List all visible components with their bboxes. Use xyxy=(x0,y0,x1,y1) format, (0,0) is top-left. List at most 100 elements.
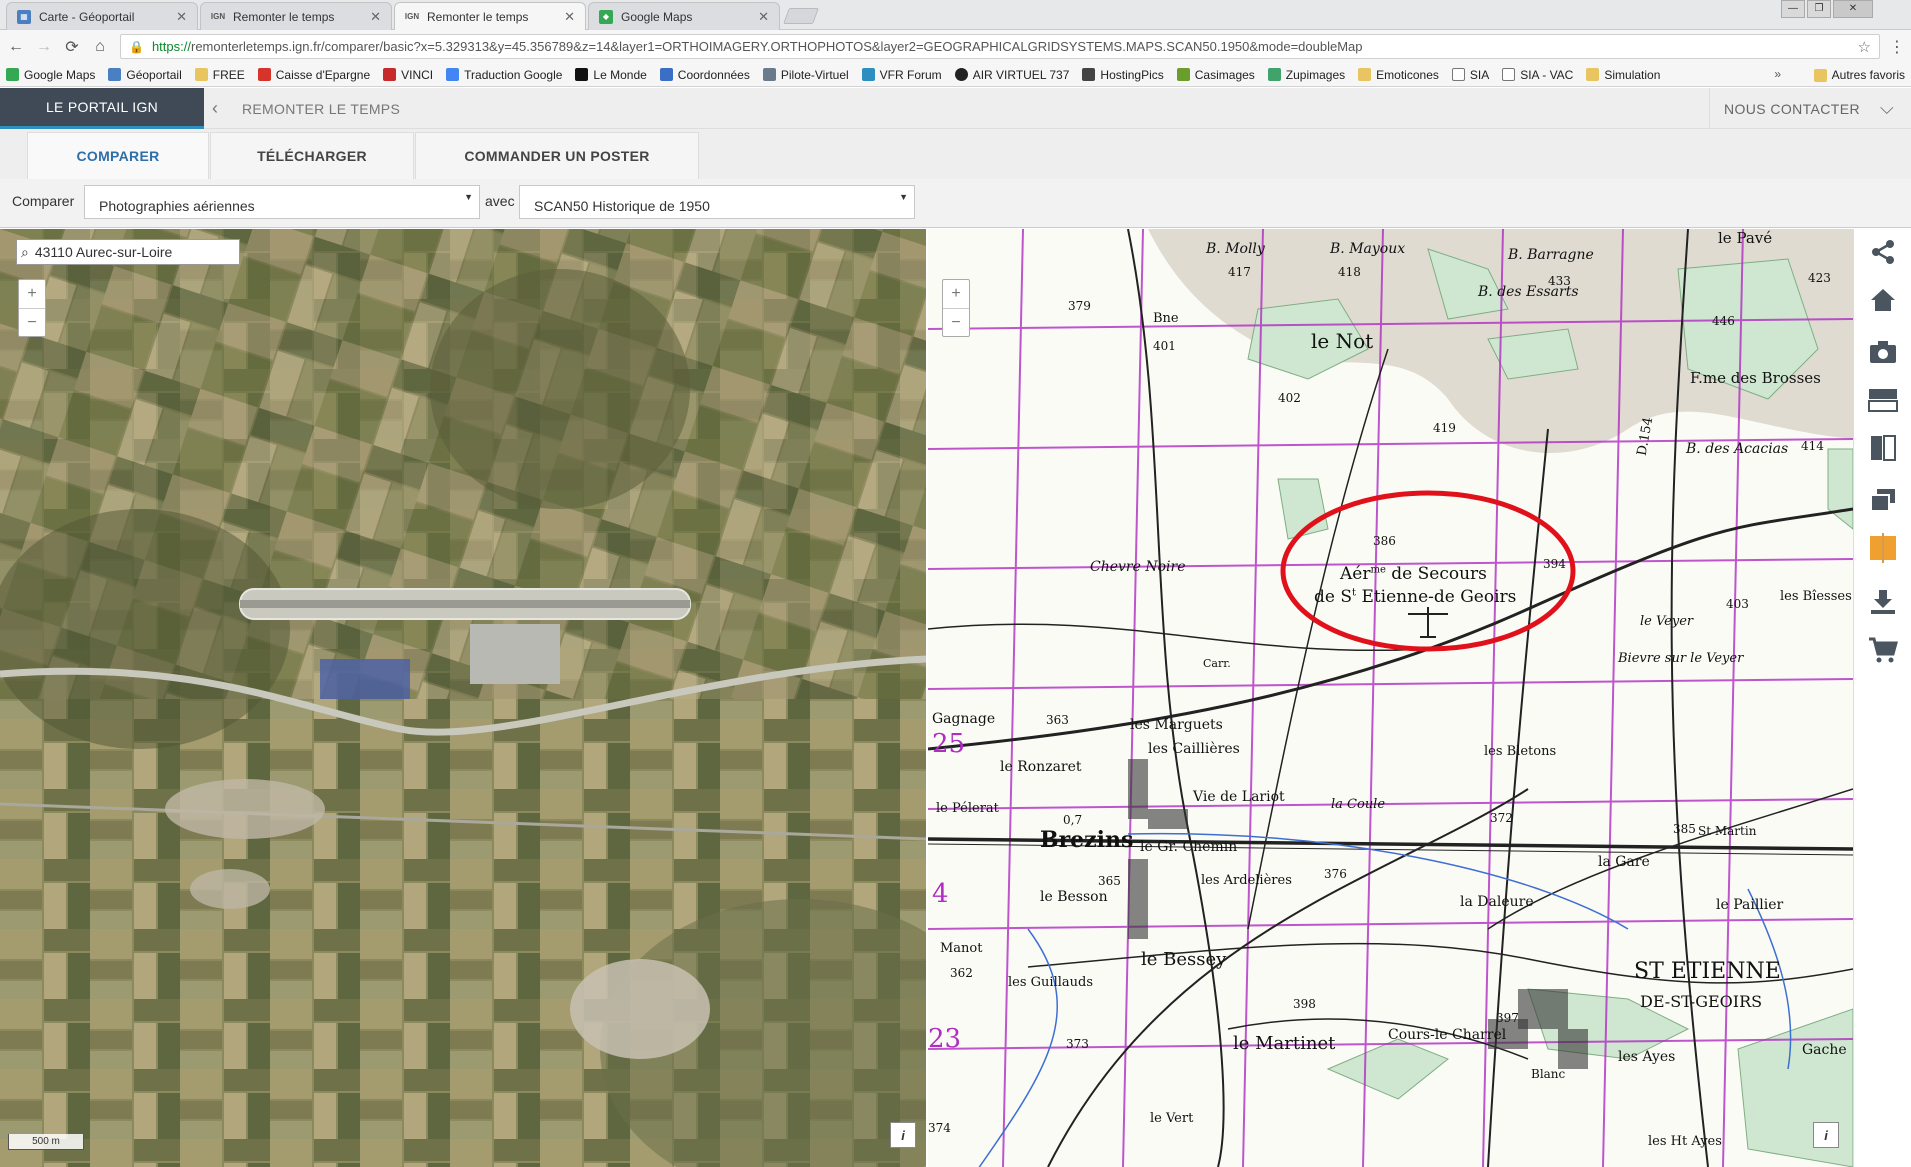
historical-map-1950[interactable]: Aérme de Secours de St Etienne-de Geoirs… xyxy=(928,229,1853,1167)
bookmark-sia-vac[interactable]: SIA - VAC xyxy=(1502,68,1573,82)
pilot-icon xyxy=(762,68,776,81)
chevron-left-icon[interactable]: ‹ xyxy=(212,98,218,119)
bookmark-translate[interactable]: Traduction Google xyxy=(446,68,562,82)
bookmark-free[interactable]: FREE xyxy=(194,67,245,82)
bookmark-star-icon[interactable]: ☆ xyxy=(1858,38,1871,56)
portal-ign-button[interactable]: LE PORTAIL IGN xyxy=(0,88,204,129)
grid-number-label: 25 xyxy=(932,729,966,759)
tab-telecharger[interactable]: TÉLÉCHARGER xyxy=(210,132,414,179)
bookmark-hostingpics[interactable]: HostingPics xyxy=(1082,68,1164,82)
close-icon[interactable]: ✕ xyxy=(564,9,575,25)
zoom-in-button[interactable]: + xyxy=(19,280,45,308)
cart-icon[interactable] xyxy=(1864,631,1902,669)
bookmark-label: VFR Forum xyxy=(879,67,942,82)
double-map-compare-icon[interactable] xyxy=(1864,529,1902,567)
bookmark-label: FREE xyxy=(212,67,245,82)
back-arrow-icon[interactable]: ← xyxy=(4,35,28,59)
dropdown-arrow-icon: ▼ xyxy=(899,192,908,202)
contact-button[interactable]: NOUS CONTACTER ⌵ xyxy=(1709,88,1911,129)
zoom-in-button[interactable]: + xyxy=(943,280,969,308)
close-icon[interactable]: ✕ xyxy=(176,9,187,25)
browser-menu-icon[interactable]: ⋮ xyxy=(1889,37,1905,57)
right-info-button[interactable]: i xyxy=(1813,1122,1839,1148)
reload-icon[interactable]: ⟳ xyxy=(60,35,84,59)
gps-icon xyxy=(659,68,673,81)
close-icon[interactable]: ✕ xyxy=(758,9,769,25)
breadcrumb[interactable]: REMONTER LE TEMPS xyxy=(242,101,400,117)
vertical-split-icon[interactable] xyxy=(1864,429,1902,467)
grid-number-label: 4 xyxy=(932,879,949,909)
address-bar-row: ← → ⟳ ⌂ 🔒 https:// remonterletemps.ign.f… xyxy=(0,30,1911,63)
bookmark-label: SIA xyxy=(1469,67,1490,82)
tab-commander-poster[interactable]: COMMANDER UN POSTER xyxy=(415,132,699,179)
vinci-icon xyxy=(383,68,397,81)
bookmark-air-virtuel[interactable]: AIR VIRTUEL 737 xyxy=(954,68,1069,82)
new-tab-button[interactable] xyxy=(783,8,819,24)
home-icon[interactable]: ⌂ xyxy=(88,35,112,59)
bookmark-label: Coordonnées xyxy=(677,67,750,82)
left-zoom-control: + − xyxy=(18,279,46,337)
place-label: B. des Acacias xyxy=(1686,441,1789,457)
horizontal-split-icon[interactable] xyxy=(1864,381,1902,419)
zoom-out-button[interactable]: − xyxy=(943,308,969,336)
left-layer-select[interactable]: Photographies aériennes ▼ xyxy=(84,185,480,219)
bookmark-google-maps[interactable]: Google Maps xyxy=(6,68,95,82)
bookmark-emoticones[interactable]: Emoticones xyxy=(1358,68,1439,82)
elevation-label: 365 xyxy=(1098,874,1121,888)
layers-stack-icon[interactable] xyxy=(1864,481,1902,519)
grid-number-label: 23 xyxy=(928,1024,962,1054)
chevron-down-icon: ⌵ xyxy=(1880,98,1895,118)
maximize-window-button[interactable]: ❐ xyxy=(1807,0,1831,18)
elevation-label: 446 xyxy=(1712,314,1735,328)
bookmarks-overflow-button[interactable]: » xyxy=(1774,67,1781,81)
place-label: St Martin xyxy=(1698,824,1757,838)
contact-label: NOUS CONTACTER xyxy=(1724,100,1861,117)
bookmark-other[interactable]: Autres favoris xyxy=(1813,68,1905,82)
bookmark-vinci[interactable]: VINCI xyxy=(383,68,433,82)
aerodrome-label-line2: de St Etienne-de Geoirs xyxy=(1314,587,1517,607)
aerial-photo-map[interactable]: ⌕ 43110 Aurec-sur-Loire + − 500 m i xyxy=(0,229,927,1167)
camera-icon xyxy=(1082,68,1096,81)
browser-tab-google-maps[interactable]: ◆ Google Maps ✕ xyxy=(588,2,780,30)
browser-tab-remonter-2[interactable]: IGN Remonter le temps ✕ xyxy=(394,2,586,30)
with-label: avec xyxy=(485,193,515,209)
elevation-label: 363 xyxy=(1046,713,1069,727)
right-zoom-control: + − xyxy=(942,279,970,337)
browser-tab-geoportail[interactable]: ▦ Carte - Géoportail ✕ xyxy=(6,2,198,30)
home-icon[interactable] xyxy=(1864,281,1902,319)
bookmark-zupimages[interactable]: Zupimages xyxy=(1267,68,1345,82)
camera-icon[interactable] xyxy=(1864,333,1902,371)
download-icon[interactable] xyxy=(1864,583,1902,621)
folder-icon xyxy=(1586,68,1600,81)
bookmark-vfr[interactable]: VFR Forum xyxy=(861,67,942,82)
zoom-out-button[interactable]: − xyxy=(19,308,45,336)
bookmark-casimages[interactable]: Casimages xyxy=(1176,67,1255,82)
share-icon[interactable] xyxy=(1864,233,1902,271)
bookmark-geoportail[interactable]: Géoportail xyxy=(108,67,182,82)
forward-arrow-icon[interactable]: → xyxy=(32,35,56,59)
minimize-window-button[interactable]: — xyxy=(1781,0,1805,18)
place-label: les Caillières xyxy=(1148,741,1240,757)
left-info-button[interactable]: i xyxy=(890,1122,916,1148)
place-label: la Daleure xyxy=(1460,894,1534,910)
geoportail-favicon: ▦ xyxy=(17,9,31,24)
bookmark-label: Géoportail xyxy=(126,67,182,82)
bookmark-sia[interactable]: SIA xyxy=(1451,67,1490,82)
url-input[interactable]: 🔒 https:// remonterletemps.ign.fr/compar… xyxy=(120,34,1880,59)
folder-icon xyxy=(1813,68,1827,82)
bookmark-pilote[interactable]: Pilote-Virtuel xyxy=(762,68,849,82)
close-window-button[interactable]: ✕ xyxy=(1833,0,1873,18)
bookmark-simulation[interactable]: Simulation xyxy=(1586,68,1660,82)
place-label: les Bletons xyxy=(1484,744,1557,759)
bookmark-coordonnees[interactable]: Coordonnées xyxy=(659,67,750,82)
bookmark-caisse[interactable]: Caisse d'Epargne xyxy=(257,68,370,82)
bookmark-lemonde[interactable]: Le Monde xyxy=(575,68,647,82)
tab-comparer[interactable]: COMPARER xyxy=(27,132,209,179)
close-icon[interactable]: ✕ xyxy=(370,9,381,25)
right-layer-select[interactable]: SCAN50 Historique de 1950 ▼ xyxy=(519,185,915,219)
location-search[interactable]: ⌕ 43110 Aurec-sur-Loire xyxy=(16,239,240,265)
place-label: le Pélerat xyxy=(936,801,999,816)
bookmark-label: Casimages xyxy=(1194,67,1255,82)
browser-tab-remonter-1[interactable]: IGN Remonter le temps ✕ xyxy=(200,2,392,30)
map-pin-icon xyxy=(6,68,19,81)
